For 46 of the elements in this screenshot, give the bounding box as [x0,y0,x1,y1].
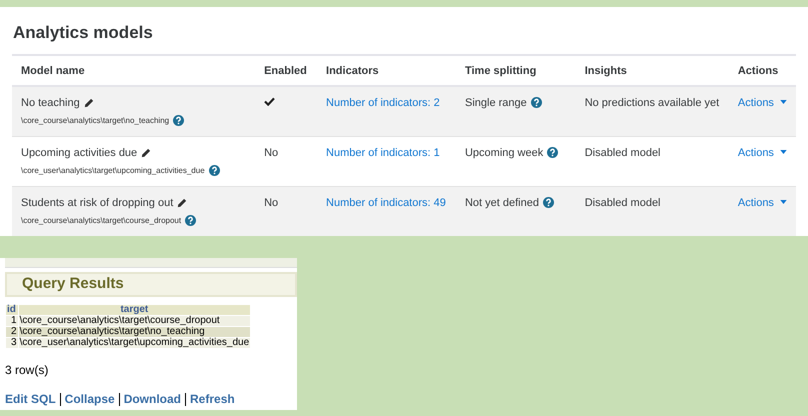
help-icon[interactable] [530,97,542,108]
row-count: 3 row(s) [5,363,50,377]
table-cell: 3 [6,338,18,348]
table-cell: 2 [6,327,18,337]
insights-text: No predictions available yet [584,97,720,109]
insights-text: Disabled model [584,197,661,209]
table-cell: \core_course\analytics\target\course_dropout [18,316,250,326]
pencil-icon[interactable] [141,148,152,158]
time-splitting: Upcoming week [464,147,544,159]
target-path: \core_course\analytics\target\no_teaching [21,116,170,125]
section-title: Query Results [22,275,124,292]
actions-menu[interactable]: Actions [738,97,787,109]
time-splitting: Not yet defined [464,197,539,209]
column-header: id [6,305,18,315]
page-title: Analytics models [13,23,154,43]
indicators-link[interactable]: Number of indicators: 2 [326,97,440,109]
table-cell: \core_course\analytics\target\no_teaching [18,327,250,337]
pencil-icon[interactable] [84,98,94,108]
time-splitting: Single range [464,97,527,109]
column-header: target [18,305,250,315]
enabled-value: No [264,147,278,159]
help-icon[interactable] [173,115,184,126]
caret-icon [780,150,787,154]
table-cell: 1 [6,316,18,326]
help-icon[interactable] [542,197,554,208]
model-name: Students at risk of dropping out [21,197,174,209]
pencil-icon[interactable] [177,198,188,208]
table-cell: \core_user\analytics\target\upcoming_activities_due [18,338,250,348]
help-icon[interactable] [547,147,558,158]
indicators-link[interactable]: Number of indicators: 1 [326,147,440,159]
help-icon[interactable] [208,165,220,176]
action-link[interactable]: Download [124,392,182,406]
target-path: \core_user\analytics\target\upcoming_activities_due [21,166,205,175]
action-link[interactable]: Collapse [64,392,115,406]
model-name: Upcoming activities due [21,147,138,159]
caret-icon [780,100,787,104]
action-link[interactable]: Edit SQL [5,392,56,406]
target-path: \core_course\analytics\target\course_dropout [21,216,182,225]
actions-menu[interactable]: Actions [738,147,787,159]
actions-menu[interactable]: Actions [738,197,787,209]
enabled-value: No [264,197,278,209]
help-icon[interactable] [185,215,196,226]
caret-icon [780,200,787,204]
insights-text: Disabled model [584,147,661,159]
action-link[interactable]: Refresh [190,392,235,406]
model-name: No teaching [21,97,80,109]
